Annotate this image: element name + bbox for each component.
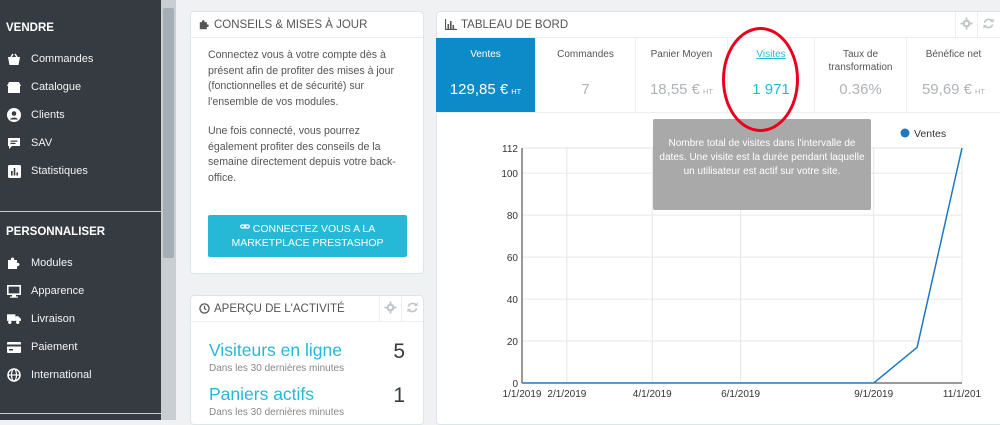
paniers-value: 1 bbox=[393, 384, 405, 407]
conseils-title: CONSEILS & MISES À JOUR bbox=[214, 18, 368, 31]
marketplace-button-label: MARKETPLACE PRESTASHOP bbox=[231, 237, 384, 250]
conseils-body: Connectez vous à votre compte dès à prés… bbox=[191, 38, 423, 186]
kpi-commandes[interactable]: Commandes 7 bbox=[536, 38, 636, 112]
visiteurs-value: 5 bbox=[393, 340, 405, 363]
paniers-sub: Dans les 30 dernières minutes bbox=[209, 407, 345, 418]
chat-icon bbox=[7, 136, 21, 150]
sidebar-item-catalogue[interactable]: Catalogue bbox=[0, 75, 161, 99]
sidebar-item-label: Catalogue bbox=[31, 81, 82, 93]
visiteurs-en-ligne-link[interactable]: Visiteurs en ligne bbox=[209, 340, 342, 361]
sidebar-item-label: Paiement bbox=[31, 341, 78, 353]
sidebar-item-commandes[interactable]: Commandes bbox=[0, 47, 161, 71]
clock-icon bbox=[199, 303, 210, 314]
conseils-panel: CONSEILS & MISES À JOUR Connectez vous à… bbox=[190, 11, 424, 274]
gear-icon bbox=[384, 301, 397, 317]
bar-chart-icon bbox=[445, 19, 457, 30]
kpi-label: Panier Moyen bbox=[650, 49, 713, 60]
sidebar-item-statistiques[interactable]: Statistiques bbox=[0, 159, 161, 183]
configure-button[interactable] bbox=[379, 296, 401, 322]
truck-icon bbox=[7, 312, 21, 326]
puzzle-icon bbox=[7, 256, 21, 270]
kpi-label: Commandes bbox=[557, 49, 614, 60]
gear-icon bbox=[960, 17, 973, 33]
sidebar-divider bbox=[0, 413, 161, 414]
kpi-label: Ventes bbox=[470, 49, 501, 60]
kpi-value: 7 bbox=[581, 81, 590, 98]
highlight-circle bbox=[722, 27, 799, 132]
dashboard-title: TABLEAU DE BORD bbox=[461, 18, 569, 31]
sidebar-item-label: Apparence bbox=[31, 285, 85, 297]
sidebar-scrollbar-thumb[interactable] bbox=[163, 8, 174, 258]
kpi-value: 18,55 € HT bbox=[649, 81, 714, 98]
kpi-label: Bénéfice net bbox=[925, 49, 982, 60]
basket-icon bbox=[7, 52, 21, 66]
globe-icon bbox=[7, 368, 21, 382]
sidebar-item-modules[interactable]: Modules bbox=[0, 251, 161, 275]
refresh-button[interactable] bbox=[977, 12, 999, 38]
sidebar-item-clients[interactable]: Clients bbox=[0, 103, 161, 127]
sidebar-item-livraison[interactable]: Livraison bbox=[0, 307, 161, 331]
conseils-panel-header: CONSEILS & MISES À JOUR bbox=[191, 12, 423, 38]
conseils-paragraph: Connectez vous à votre compte dès à prés… bbox=[208, 49, 395, 108]
sidebar-item-label: Clients bbox=[31, 109, 65, 121]
kpi-panier-moyen[interactable]: Panier Moyen 18,55 € HT bbox=[636, 38, 728, 112]
configure-button[interactable] bbox=[955, 12, 977, 38]
dashboard-panel-header: TABLEAU DE BORD bbox=[437, 12, 1000, 38]
kpi-taux-transformation[interactable]: Taux de transformation 0.36% bbox=[815, 38, 907, 112]
kpi-ventes[interactable]: Ventes 129,85 € HT bbox=[436, 38, 536, 112]
kpi-value: 0.36% bbox=[839, 81, 882, 98]
store-icon bbox=[7, 80, 21, 94]
visiteurs-sub: Dans les 30 dernières minutes bbox=[209, 363, 345, 374]
refresh-icon bbox=[406, 301, 419, 317]
sidebar-divider bbox=[0, 211, 161, 212]
user-icon bbox=[7, 108, 21, 122]
link-icon bbox=[239, 222, 250, 236]
sidebar-item-label: Modules bbox=[31, 257, 73, 269]
card-icon bbox=[7, 340, 21, 354]
sidebar-item-label: Livraison bbox=[31, 313, 76, 325]
sidebar: VENDRE Commandes Catalogue Clients SAV S… bbox=[0, 0, 161, 420]
puzzle-icon bbox=[199, 19, 210, 30]
sidebar-item-paiement[interactable]: Paiement bbox=[0, 335, 161, 359]
sidebar-item-label: Commandes bbox=[31, 53, 94, 65]
sidebar-section-vendre: VENDRE bbox=[6, 22, 54, 34]
activity-panel: APERÇU DE L'ACTIVITÉ Visiteurs en ligne … bbox=[190, 295, 424, 425]
sidebar-item-apparence[interactable]: Apparence bbox=[0, 279, 161, 303]
activity-title: APERÇU DE L'ACTIVITÉ bbox=[214, 302, 345, 315]
sidebar-item-label: SAV bbox=[31, 137, 53, 149]
sidebar-item-international[interactable]: International bbox=[0, 363, 161, 387]
kpi-row: Ventes 129,85 € HT Commandes 7 Panier Moy… bbox=[436, 38, 1000, 113]
sidebar-item-label: Statistiques bbox=[31, 165, 88, 177]
kpi-benefice-net[interactable]: Bénéfice net 59,69 € HT bbox=[907, 38, 1000, 112]
refresh-icon bbox=[982, 17, 995, 33]
activity-panel-header: APERÇU DE L'ACTIVITÉ bbox=[191, 296, 423, 322]
refresh-button[interactable] bbox=[401, 296, 423, 322]
marketplace-connect-button[interactable]: CONNECTEZ VOUS A LA MARKETPLACE PRESTASH… bbox=[208, 215, 407, 257]
stats-icon bbox=[7, 164, 21, 178]
sidebar-item-label: International bbox=[31, 369, 92, 381]
sidebar-section-personnaliser: PERSONNALISER bbox=[6, 226, 106, 238]
kpi-label: Taux de transformation bbox=[828, 49, 893, 73]
monitor-icon bbox=[7, 284, 21, 298]
sidebar-item-sav[interactable]: SAV bbox=[0, 131, 161, 155]
conseils-paragraph: Une fois connecté, vous pourrez égalemen… bbox=[208, 125, 396, 184]
paniers-actifs-link[interactable]: Paniers actifs bbox=[209, 384, 314, 405]
visites-tooltip: Nombre total de visites dans l'intervall… bbox=[653, 119, 871, 210]
kpi-value: 59,69 € HT bbox=[921, 81, 986, 98]
kpi-value: 129,85 € HT bbox=[449, 81, 522, 98]
marketplace-button-label: CONNECTEZ VOUS A LA bbox=[252, 223, 376, 235]
